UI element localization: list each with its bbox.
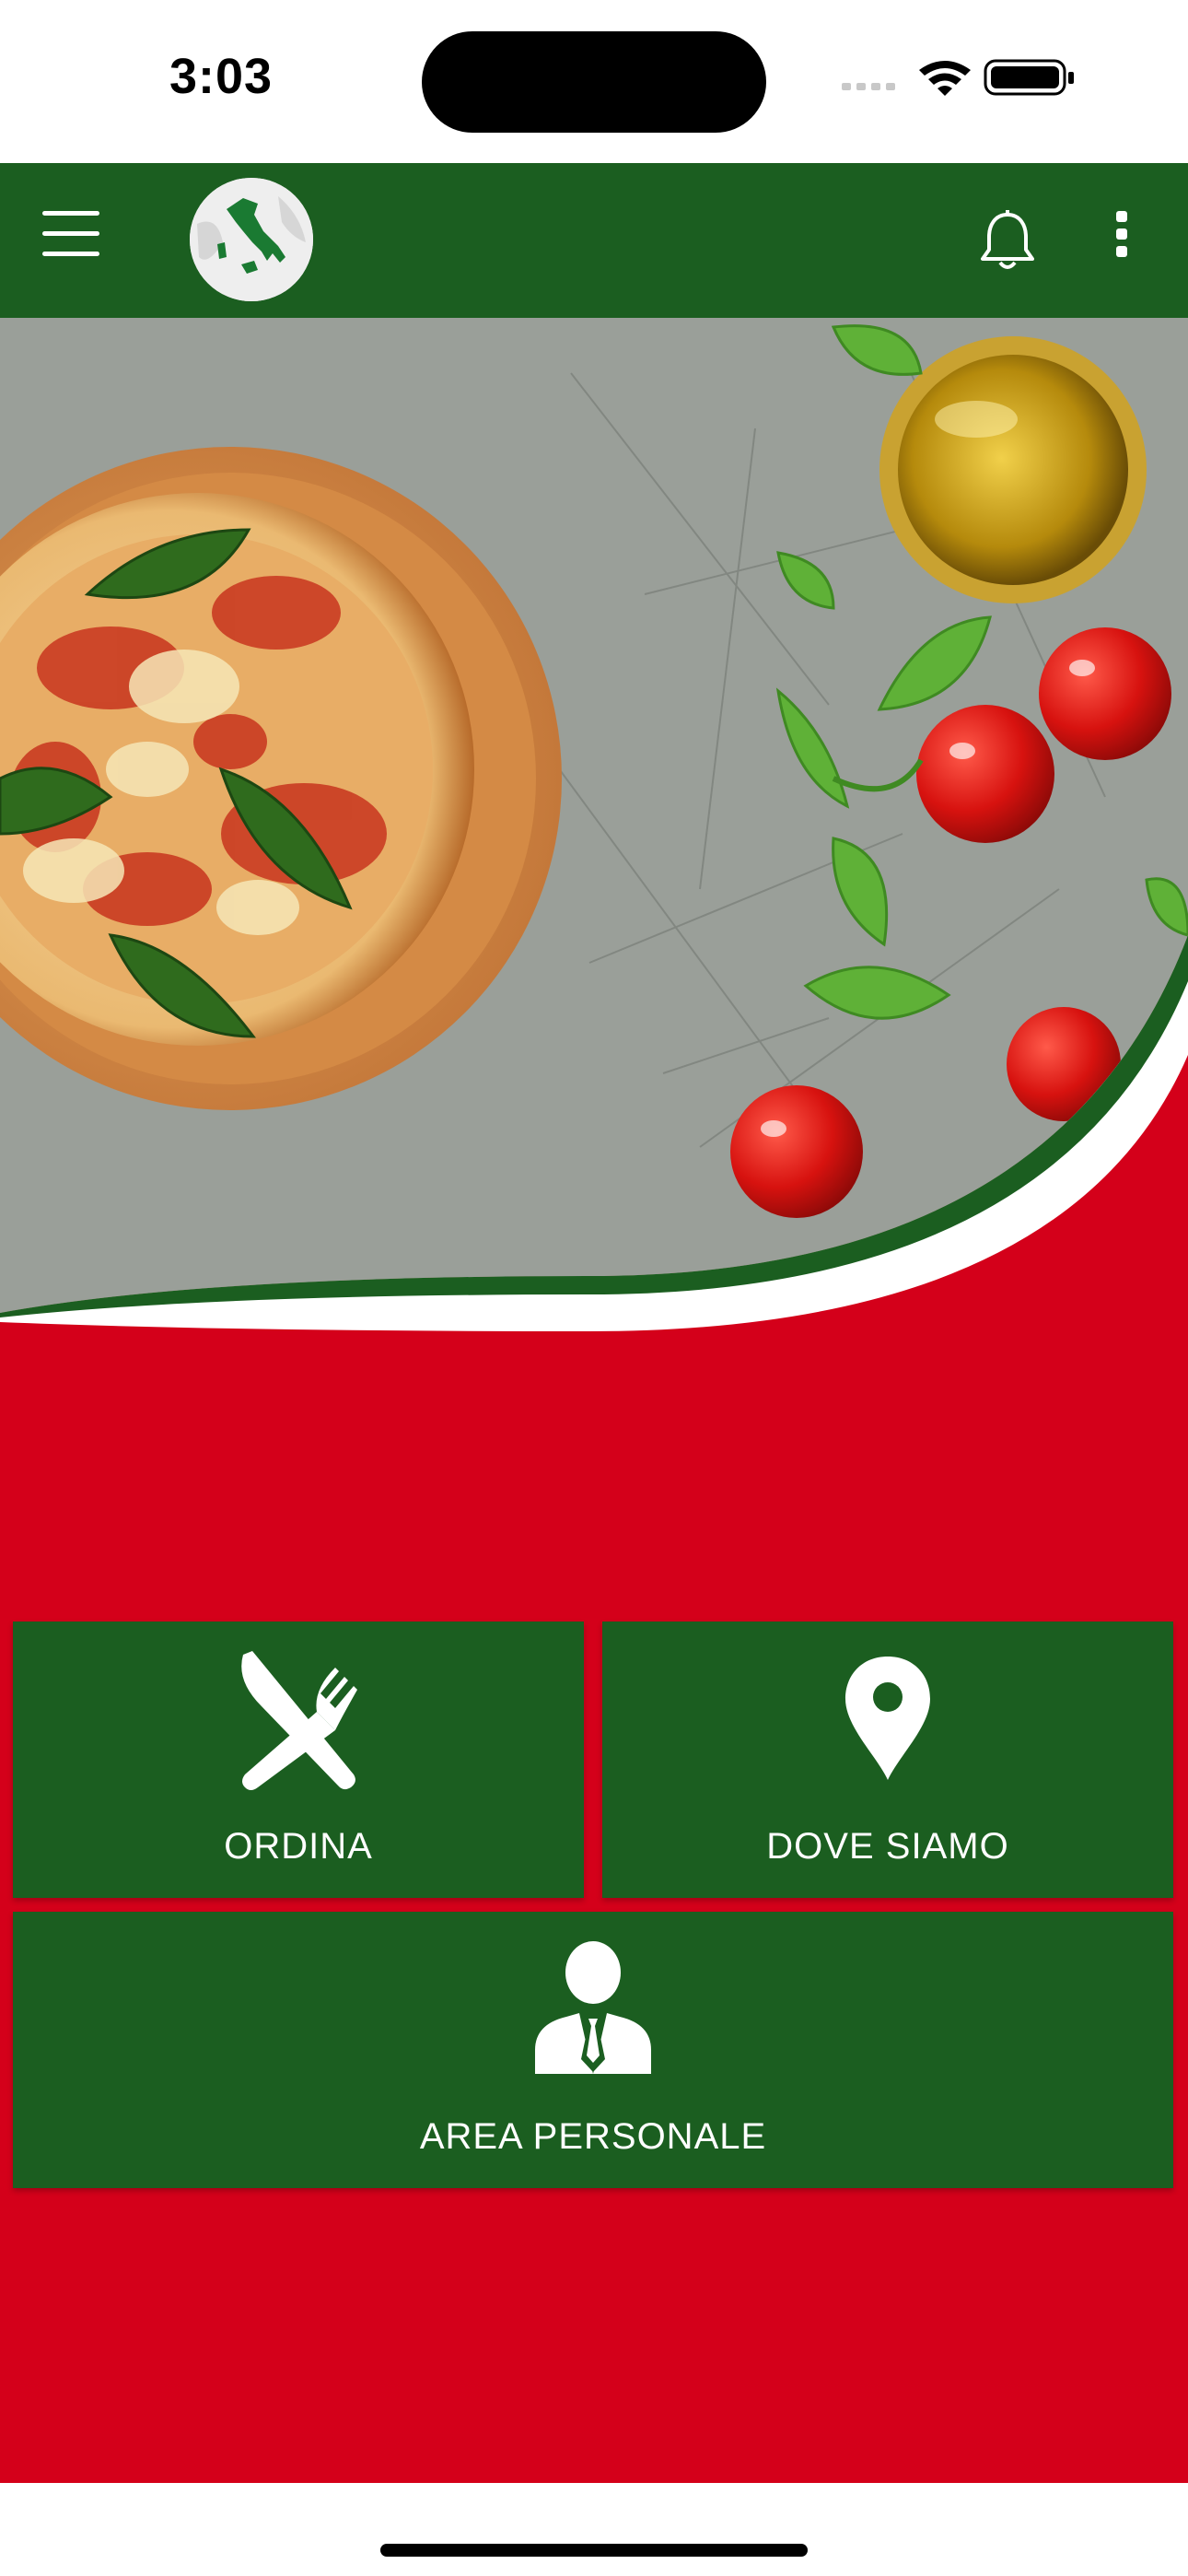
signal-icon — [842, 83, 895, 90]
wifi-icon — [919, 61, 971, 96]
ordina-tile[interactable]: ORDINA — [13, 1622, 584, 1898]
battery-icon — [984, 59, 1074, 96]
main-content: ORDINA DOVE SIAMO AREA PERSONALE — [0, 318, 1188, 2483]
dove-siamo-label: DOVE SIAMO — [766, 1826, 1009, 1867]
hamburger-menu-icon[interactable] — [42, 211, 99, 268]
app-header — [0, 163, 1188, 318]
fork-knife-icon — [241, 1651, 357, 1790]
hero-image — [0, 318, 1188, 1331]
status-bar: 3:03 — [0, 0, 1188, 163]
person-icon — [535, 1941, 651, 2074]
bell-icon[interactable] — [978, 209, 1037, 274]
ordina-label: ORDINA — [224, 1826, 373, 1867]
area-personale-label: AREA PERSONALE — [419, 2116, 767, 2157]
dove-siamo-tile[interactable]: DOVE SIAMO — [602, 1622, 1173, 1898]
italy-map-logo[interactable] — [190, 178, 313, 301]
dynamic-island — [422, 31, 766, 133]
location-pin-icon — [845, 1657, 930, 1780]
status-time: 3:03 — [169, 49, 274, 104]
more-vertical-icon[interactable] — [1103, 211, 1140, 270]
home-indicator-area — [0, 2483, 1188, 2576]
home-indicator[interactable] — [380, 2544, 808, 2557]
area-personale-tile[interactable]: AREA PERSONALE — [13, 1912, 1173, 2188]
status-icons — [838, 55, 1087, 106]
